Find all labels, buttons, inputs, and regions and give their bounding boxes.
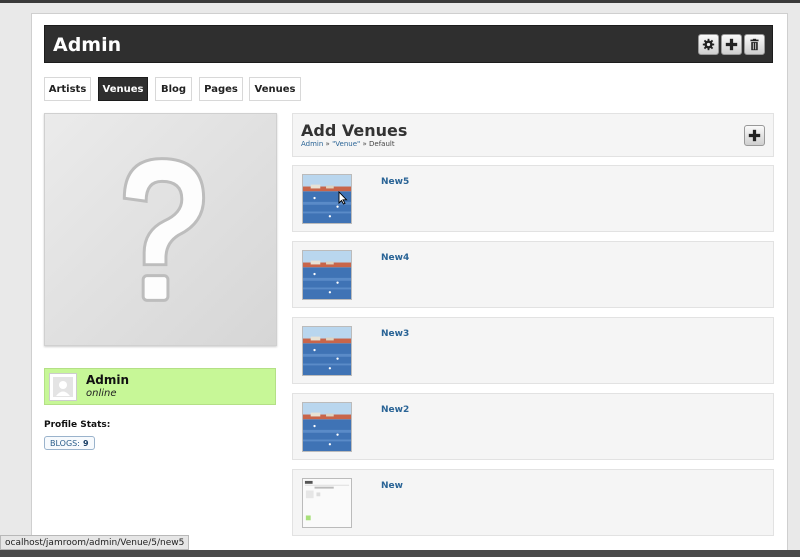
- venue-thumbnail[interactable]: [302, 326, 352, 376]
- page-container: Admin Artists Venues Blog Pages Venues A…: [31, 13, 788, 557]
- blogs-stat-count: 9: [82, 438, 89, 448]
- tab-pages[interactable]: Pages: [199, 77, 243, 101]
- profile-stats-title: Profile Stats:: [44, 420, 111, 430]
- venue-title-link[interactable]: New2: [381, 405, 409, 415]
- profile-image[interactable]: [44, 113, 277, 346]
- breadcrumb-default: Default: [369, 140, 395, 148]
- settings-button[interactable]: [698, 34, 719, 55]
- venue-thumbnail[interactable]: [302, 402, 352, 452]
- page-title: Admin: [53, 34, 122, 56]
- add-venues-title: Add Venues: [301, 121, 408, 140]
- avatar[interactable]: [49, 373, 77, 401]
- user-silhouette-icon: [53, 377, 73, 397]
- harbor-image-icon: [303, 251, 351, 299]
- add-venue-button[interactable]: [744, 125, 765, 146]
- venue-title-link[interactable]: New4: [381, 253, 409, 263]
- venue-item: New4: [292, 241, 774, 308]
- venue-title-link[interactable]: New3: [381, 329, 409, 339]
- venue-item: New2: [292, 393, 774, 460]
- breadcrumb: Admin » "Venue" » Default: [301, 140, 395, 148]
- blogs-stat-badge[interactable]: BLOGS: 9: [44, 436, 95, 450]
- delete-button[interactable]: [744, 34, 765, 55]
- breadcrumb-separator: »: [325, 140, 330, 148]
- trash-icon: [750, 38, 759, 51]
- question-mark-icon: [122, 157, 206, 302]
- venue-item: New: [292, 469, 774, 536]
- plus-icon: [725, 38, 738, 51]
- tab-venues[interactable]: Venues: [98, 77, 148, 101]
- add-venues-panel: Add Venues Admin » "Venue" » Default: [292, 113, 774, 157]
- venue-thumbnail[interactable]: [302, 250, 352, 300]
- tab-artists[interactable]: Artists: [44, 77, 91, 101]
- status-bar-url: ocalhost/jamroom/admin/Venue/5/new5: [0, 535, 190, 550]
- harbor-image-icon: [303, 403, 351, 451]
- breadcrumb-separator: »: [362, 140, 367, 148]
- tab-venues-2[interactable]: Venues: [249, 77, 301, 101]
- venue-item: New3: [292, 317, 774, 384]
- tab-blog[interactable]: Blog: [155, 77, 192, 101]
- top-strip: [0, 0, 800, 3]
- profile-header: Admin: [44, 25, 773, 63]
- user-online-box: Admin online: [44, 368, 276, 405]
- venue-title-link[interactable]: New5: [381, 177, 409, 187]
- gear-icon: [702, 38, 715, 51]
- taskbar: [0, 550, 800, 557]
- user-status: online: [86, 388, 117, 399]
- mouse-pointer-icon: [338, 191, 348, 205]
- user-name[interactable]: Admin: [86, 373, 129, 387]
- venue-thumbnail[interactable]: [302, 478, 352, 528]
- harbor-image-icon: [303, 327, 351, 375]
- venue-title-link[interactable]: New: [381, 481, 403, 491]
- create-button[interactable]: [721, 34, 742, 55]
- plus-icon: [748, 129, 761, 142]
- screenshot-image-icon: [303, 479, 351, 527]
- blogs-stat-label: BLOGS:: [50, 438, 80, 448]
- venue-item: New5: [292, 165, 774, 232]
- breadcrumb-venue[interactable]: "Venue": [332, 140, 360, 148]
- breadcrumb-admin[interactable]: Admin: [301, 140, 323, 148]
